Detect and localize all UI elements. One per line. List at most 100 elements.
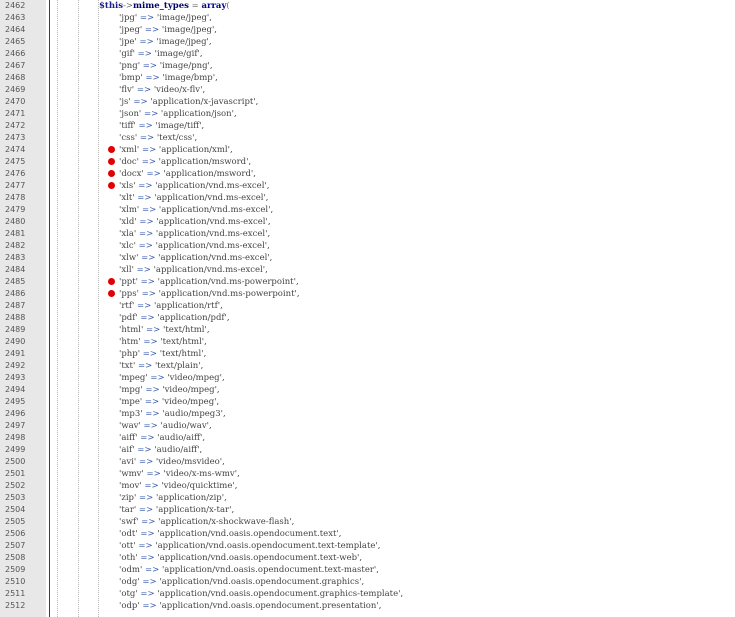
code-text[interactable]: 'gif' => 'image/gif', xyxy=(119,48,203,60)
code-text[interactable]: 'aif' => 'audio/aiff', xyxy=(119,444,202,456)
comma: , xyxy=(376,565,379,575)
code-text[interactable]: 'xml' => 'application/xml', xyxy=(119,144,233,156)
code-line: 2510 'odg' => 'application/vnd.oasis.open… xyxy=(0,576,735,588)
code-text[interactable]: 'doc' => 'application/msword', xyxy=(119,156,251,168)
code-text[interactable]: 'xla' => 'application/vnd.ms-excel', xyxy=(119,228,270,240)
code-text[interactable]: 'oth' => 'application/vnd.oasis.opendocu… xyxy=(119,552,362,564)
double-arrow-operator: => xyxy=(140,421,161,431)
array-value: 'video/mpeg' xyxy=(162,385,217,395)
line-number: 2474 xyxy=(5,145,26,154)
code-text[interactable]: 'css' => 'text/css', xyxy=(119,132,197,144)
code-text[interactable]: 'xld' => 'application/vnd.ms-excel', xyxy=(119,216,271,228)
code-text[interactable]: 'odm' => 'application/vnd.oasis.opendocu… xyxy=(119,564,379,576)
double-arrow-operator: => xyxy=(137,589,158,599)
line-number: 2472 xyxy=(5,121,26,130)
code-line: 2509 'odm' => 'application/vnd.oasis.open… xyxy=(0,564,735,576)
comma: , xyxy=(237,469,240,479)
double-arrow-operator: => xyxy=(138,253,159,263)
code-text[interactable]: 'avi' => 'video/msvideo', xyxy=(119,456,225,468)
array-value: 'video/mpeg' xyxy=(167,373,222,383)
code-text[interactable]: 'mov' => 'video/quicktime', xyxy=(119,480,237,492)
code-text[interactable]: $this->mime_types = array( xyxy=(99,0,230,12)
double-arrow-operator: => xyxy=(139,577,160,587)
code-text[interactable]: 'rtf' => 'application/rtf', xyxy=(119,300,223,312)
breakpoint-dot-icon[interactable] xyxy=(108,290,115,297)
code-line: 2492 'txt' => 'text/plain', xyxy=(0,360,735,372)
code-text[interactable]: 'xlw' => 'application/vnd.ms-excel', xyxy=(119,252,272,264)
code-text[interactable]: 'otg' => 'application/vnd.oasis.opendocu… xyxy=(119,588,403,600)
line-number: 2476 xyxy=(5,169,26,178)
code-text[interactable]: 'flv' => 'video/x-flv', xyxy=(119,84,205,96)
code-text[interactable]: 'tar' => 'application/x-tar', xyxy=(119,504,234,516)
code-text[interactable]: 'xll' => 'application/vnd.ms-excel', xyxy=(119,264,268,276)
array-value: 'application/zip' xyxy=(155,493,225,503)
code-text[interactable]: 'ott' => 'application/vnd.oasis.opendocu… xyxy=(119,540,380,552)
code-text[interactable]: 'json' => 'application/json', xyxy=(119,108,237,120)
breakpoint-dot-icon[interactable] xyxy=(108,170,115,177)
code-text[interactable]: 'mpe' => 'video/mpeg', xyxy=(119,396,219,408)
code-text[interactable]: 'php' => 'text/html', xyxy=(119,348,206,360)
code-text[interactable]: 'htm' => 'text/html', xyxy=(119,336,207,348)
code-text[interactable]: 'html' => 'text/html', xyxy=(119,324,210,336)
code-text[interactable]: 'odp' => 'application/vnd.oasis.opendocu… xyxy=(119,600,381,612)
code-text[interactable]: 'ppt' => 'application/vnd.ms-powerpoint'… xyxy=(119,276,299,288)
code-text[interactable]: 'swf' => 'application/x-shockwave-flash'… xyxy=(119,516,294,528)
code-text[interactable]: 'pps' => 'application/vnd.ms-powerpoint'… xyxy=(119,288,300,300)
array-value: 'application/vnd.ms-excel' xyxy=(155,181,267,191)
array-key: 'flv' xyxy=(119,85,135,95)
code-text[interactable]: 'odt' => 'application/vnd.oasis.opendocu… xyxy=(119,528,341,540)
code-text[interactable]: 'aiff' => 'audio/aiff', xyxy=(119,432,205,444)
array-key: 'avi' xyxy=(119,457,137,467)
code-editor[interactable]: 2462 $this->mime_types = array( 2463 'jpg… xyxy=(0,0,735,617)
array-value: 'video/x-flv' xyxy=(153,85,203,95)
array-key: 'doc' xyxy=(119,157,139,167)
comma: , xyxy=(202,85,206,95)
array-key: 'wmv' xyxy=(119,469,144,479)
code-text[interactable]: 'js' => 'application/x-javascript', xyxy=(119,96,258,108)
code-text[interactable]: 'docx' => 'application/msword', xyxy=(119,168,256,180)
code-text[interactable]: 'xlt' => 'application/vnd.ms-excel', xyxy=(119,192,269,204)
breakpoint-dot-icon[interactable] xyxy=(108,278,115,285)
array-key: 'tiff' xyxy=(119,121,136,131)
code-line: 2483 'xlw' => 'application/vnd.ms-excel', xyxy=(0,252,735,264)
double-arrow-operator: => xyxy=(140,61,160,71)
array-key: 'xll' xyxy=(119,265,134,275)
code-text[interactable]: 'xlc' => 'application/vnd.ms-excel', xyxy=(119,240,270,252)
code-line: 2478 'xlt' => 'application/vnd.ms-excel', xyxy=(0,192,735,204)
array-key: 'docx' xyxy=(119,169,144,179)
code-text[interactable]: 'wav' => 'audio/wav', xyxy=(119,420,212,432)
code-text[interactable]: 'mp3' => 'audio/mpeg3', xyxy=(119,408,226,420)
code-text[interactable]: 'pdf' => 'application/pdf', xyxy=(119,312,230,324)
code-text[interactable]: 'xlm' => 'application/vnd.ms-excel', xyxy=(119,204,273,216)
line-number: 2466 xyxy=(5,49,26,58)
code-text[interactable]: 'jpe' => 'image/jpeg', xyxy=(119,36,212,48)
code-text[interactable]: 'tiff' => 'image/tiff', xyxy=(119,120,204,132)
array-key: 'png' xyxy=(119,61,141,71)
code-line: 2481 'xla' => 'application/vnd.ms-excel', xyxy=(0,228,735,240)
array-value: 'image/tiff' xyxy=(155,121,202,131)
code-text[interactable]: 'jpeg' => 'image/jpeg', xyxy=(119,24,217,36)
array-key: 'odm' xyxy=(119,565,143,575)
breakpoint-dot-icon[interactable] xyxy=(108,158,115,165)
code-text[interactable]: 'bmp' => 'image/bmp', xyxy=(119,72,218,84)
code-text[interactable]: 'jpg' => 'image/jpeg', xyxy=(119,12,212,24)
code-text[interactable]: 'mpeg' => 'video/mpeg', xyxy=(119,372,225,384)
code-line: 2504 'tar' => 'application/x-tar', xyxy=(0,504,735,516)
code-text[interactable]: 'zip' => 'application/zip', xyxy=(119,492,227,504)
breakpoint-dot-icon[interactable] xyxy=(108,146,115,153)
array-key: 'odg' xyxy=(119,577,140,587)
line-number: 2496 xyxy=(5,409,26,418)
code-text[interactable]: 'xls' => 'application/vnd.ms-excel', xyxy=(119,180,269,192)
array-key: 'php' xyxy=(119,349,141,359)
code-line: 2486 'pps' => 'application/vnd.ms-powerpo… xyxy=(0,288,735,300)
array-key: 'xls' xyxy=(119,181,136,191)
array-value: 'video/quicktime' xyxy=(161,481,235,491)
array-value: 'application/xml' xyxy=(158,145,230,155)
code-text[interactable]: 'png' => 'image/png', xyxy=(119,60,213,72)
array-key: 'xld' xyxy=(119,217,137,227)
code-text[interactable]: 'mpg' => 'video/mpeg', xyxy=(119,384,220,396)
code-text[interactable]: 'odg' => 'application/vnd.oasis.opendocu… xyxy=(119,576,364,588)
breakpoint-dot-icon[interactable] xyxy=(108,182,115,189)
code-text[interactable]: 'txt' => 'text/plain', xyxy=(119,360,203,372)
code-text[interactable]: 'wmv' => 'video/x-ms-wmv', xyxy=(119,468,240,480)
